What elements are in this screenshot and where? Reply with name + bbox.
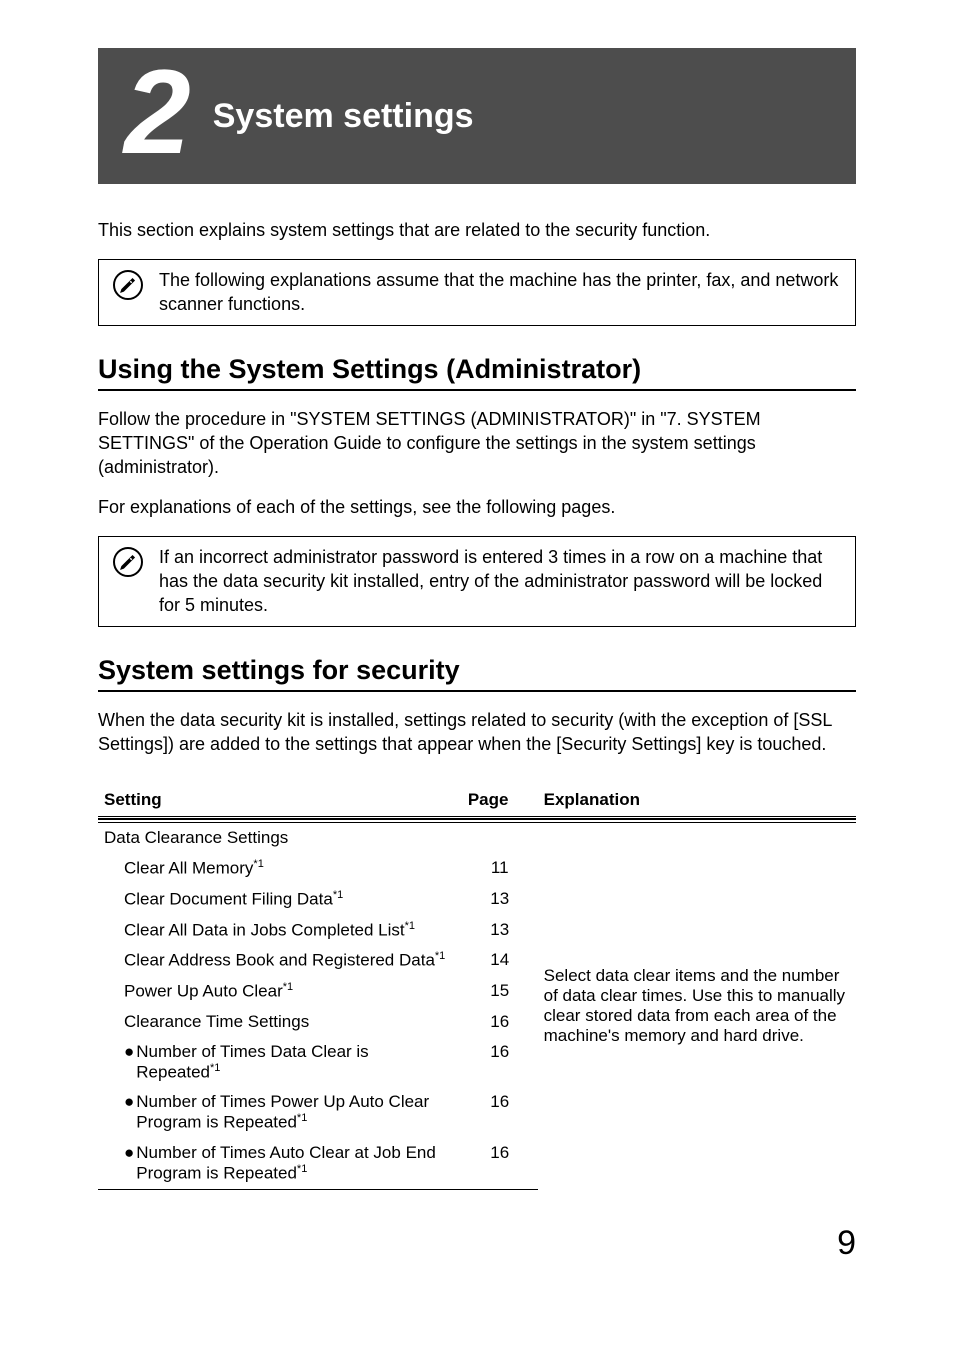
page-cell: 14 — [462, 945, 538, 976]
setting-label: Clear Document Filing Data*1 — [104, 889, 456, 910]
footnote-ref: *1 — [333, 889, 343, 901]
page-cell — [462, 823, 538, 853]
setting-cell: Clearance Time Settings — [98, 1007, 462, 1037]
footnote-ref: *1 — [297, 1163, 307, 1175]
footnote-ref: *1 — [405, 920, 415, 932]
setting-cell: ●Number of Times Data Clear is Repeated*… — [98, 1037, 462, 1088]
setting-label: Clear Address Book and Registered Data*1 — [104, 950, 456, 971]
note-box-1: The following explanations assume that t… — [98, 259, 856, 326]
setting-label: Clearance Time Settings — [104, 1012, 456, 1032]
footnote-ref: *1 — [210, 1062, 220, 1074]
setting-label: Number of Times Data Clear is Repeated*1 — [136, 1042, 456, 1083]
page-cell: 16 — [462, 1138, 538, 1189]
intro-text: This section explains system settings th… — [98, 220, 856, 241]
pencil-icon — [113, 268, 143, 300]
setting-cell: ●Number of Times Auto Clear at Job End P… — [98, 1138, 462, 1189]
page-cell: 16 — [462, 1037, 538, 1088]
setting-cell: Power Up Auto Clear*1 — [98, 976, 462, 1007]
footnote-ref: *1 — [283, 981, 293, 993]
setting-cell: Clear All Memory*1 — [98, 853, 462, 884]
table-row: Data Clearance SettingsSelect data clear… — [98, 823, 856, 853]
bullet-icon: ● — [104, 1143, 136, 1184]
setting-label: Clear All Data in Jobs Completed List*1 — [104, 920, 456, 941]
th-setting: Setting — [98, 786, 462, 818]
section1-p1: Follow the procedure in "SYSTEM SETTINGS… — [98, 407, 856, 480]
footnote-ref: *1 — [297, 1112, 307, 1124]
setting-cell: Data Clearance Settings — [98, 823, 462, 853]
bullet-icon: ● — [104, 1092, 136, 1133]
note-text-1: The following explanations assume that t… — [159, 268, 841, 317]
section1-heading: Using the System Settings (Administrator… — [98, 354, 856, 391]
setting-label: Data Clearance Settings — [104, 828, 288, 847]
page-number: 9 — [98, 1224, 856, 1263]
page-cell: 15 — [462, 976, 538, 1007]
section2-p1: When the data security kit is installed,… — [98, 708, 856, 757]
setting-label: Number of Times Power Up Auto Clear Prog… — [136, 1092, 456, 1133]
setting-label: Clear All Memory*1 — [104, 858, 456, 879]
bullet-icon: ● — [104, 1042, 136, 1083]
setting-cell: Clear All Data in Jobs Completed List*1 — [98, 915, 462, 946]
setting-cell: Clear Address Book and Registered Data*1 — [98, 945, 462, 976]
note-text-2: If an incorrect administrator password i… — [159, 545, 841, 618]
note-box-2: If an incorrect administrator password i… — [98, 536, 856, 627]
th-page: Page — [462, 786, 538, 818]
page-cell: 16 — [462, 1087, 538, 1138]
section2-heading: System settings for security — [98, 655, 856, 692]
setting-label: Power Up Auto Clear*1 — [104, 981, 456, 1002]
chapter-number: 2 — [124, 52, 191, 172]
page-cell: 16 — [462, 1007, 538, 1037]
footnote-ref: *1 — [435, 950, 445, 962]
setting-label: Number of Times Auto Clear at Job End Pr… — [136, 1143, 456, 1184]
chapter-title: System settings — [213, 97, 474, 136]
explanation-cell: Select data clear items and the number o… — [538, 823, 856, 1189]
chapter-banner: 2 System settings — [98, 48, 856, 184]
setting-cell: ●Number of Times Power Up Auto Clear Pro… — [98, 1087, 462, 1138]
settings-table: Setting Page Explanation Data Clearance … — [98, 786, 856, 1189]
page-cell: 13 — [462, 915, 538, 946]
th-explanation: Explanation — [538, 786, 856, 818]
pencil-icon — [113, 545, 143, 577]
page-cell: 11 — [462, 853, 538, 884]
section1-p2: For explanations of each of the settings… — [98, 495, 856, 519]
setting-cell: Clear Document Filing Data*1 — [98, 884, 462, 915]
page-cell: 13 — [462, 884, 538, 915]
footnote-ref: *1 — [253, 858, 263, 870]
